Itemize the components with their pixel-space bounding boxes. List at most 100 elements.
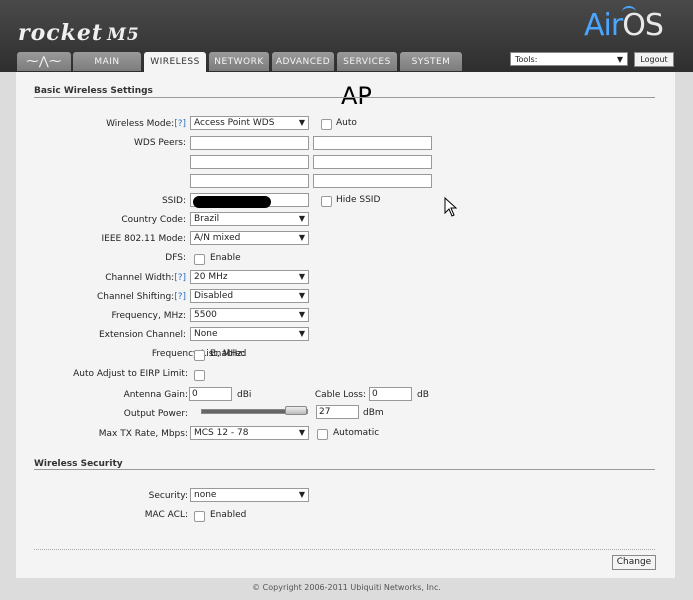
max-tx-rate-value: MCS 12 - 78 bbox=[194, 428, 249, 438]
extension-channel-value: None bbox=[194, 329, 218, 339]
output-power-label: Output Power: bbox=[123, 409, 188, 419]
automatic-checkbox[interactable] bbox=[317, 429, 328, 440]
output-power-input[interactable]: 27 bbox=[316, 405, 359, 419]
hide-ssid-checkbox[interactable] bbox=[321, 196, 332, 207]
settings-panel: AP Basic Wireless Settings Wireless Mode… bbox=[16, 72, 675, 578]
ubiquiti-logo-icon: ⁓⋀⁓ bbox=[26, 54, 62, 68]
output-power-slider[interactable] bbox=[201, 406, 308, 415]
country-code-value: Brazil bbox=[194, 214, 220, 224]
airos-logo: AirOS bbox=[584, 6, 664, 43]
auto-eirp-checkbox[interactable] bbox=[194, 370, 205, 381]
wds-peer-input-3[interactable] bbox=[190, 155, 309, 169]
extension-channel-label: Extension Channel: bbox=[98, 330, 186, 340]
wds-peer-input-2[interactable] bbox=[313, 136, 432, 150]
auto-eirp-label: Auto Adjust to EIRP Limit: bbox=[73, 369, 188, 379]
antenna-gain-input[interactable]: 0 bbox=[189, 387, 232, 401]
chevron-down-icon: ▼ bbox=[298, 490, 305, 499]
max-tx-rate-label: Max TX Rate, Mbps: bbox=[98, 429, 188, 439]
mac-acl-label: MAC ACL: bbox=[144, 510, 188, 520]
cable-loss-label: Cable Loss: bbox=[314, 390, 366, 400]
chevron-down-icon: ▼ bbox=[616, 55, 623, 64]
channel-width-select[interactable]: 20 MHz ▼ bbox=[190, 270, 309, 284]
wds-peer-input-4[interactable] bbox=[313, 155, 432, 169]
wds-peers-label: WDS Peers: bbox=[133, 138, 186, 148]
antenna-gain-unit: dBi bbox=[237, 390, 252, 400]
wds-peer-input-5[interactable] bbox=[190, 174, 309, 188]
mouse-cursor-icon bbox=[444, 197, 458, 217]
change-button[interactable]: Change bbox=[612, 555, 656, 570]
airos-air-text: Air bbox=[584, 8, 623, 43]
security-select[interactable]: none ▼ bbox=[190, 488, 309, 502]
channel-width-label-text: Channel Width: bbox=[105, 273, 175, 283]
wireless-security-title: Wireless Security bbox=[34, 459, 123, 469]
country-code-label: Country Code: bbox=[121, 215, 186, 225]
security-label: Security: bbox=[148, 491, 188, 501]
wireless-mode-select[interactable]: Access Point WDS ▼ bbox=[190, 116, 309, 130]
cable-loss-unit: dB bbox=[417, 390, 429, 400]
wds-peer-input-6[interactable] bbox=[313, 174, 432, 188]
wireless-mode-help-link[interactable]: [?] bbox=[174, 119, 186, 129]
tab-advanced[interactable]: ADVANCED bbox=[272, 52, 334, 71]
frequency-list-enabled-label: Enabled bbox=[210, 349, 247, 359]
tab-ubiquiti-logo[interactable]: ⁓⋀⁓ bbox=[17, 52, 71, 71]
ap-overlay-text: AP bbox=[341, 82, 372, 110]
wds-peer-input-1[interactable] bbox=[190, 136, 309, 150]
country-code-select[interactable]: Brazil ▼ bbox=[190, 212, 309, 226]
extension-channel-select[interactable]: None ▼ bbox=[190, 327, 309, 341]
cable-loss-input[interactable]: 0 bbox=[369, 387, 412, 401]
model-text: M5 bbox=[107, 25, 140, 45]
tab-network[interactable]: NETWORK bbox=[209, 52, 269, 71]
security-value: none bbox=[194, 490, 217, 500]
channel-width-help-link[interactable]: [?] bbox=[174, 273, 186, 283]
chevron-down-icon: ▼ bbox=[298, 118, 305, 127]
chevron-down-icon: ▼ bbox=[298, 272, 305, 281]
mac-acl-checkbox[interactable] bbox=[194, 511, 205, 522]
logo-text: rocket bbox=[18, 20, 104, 46]
tools-label: Tools: bbox=[515, 55, 538, 64]
auto-checkbox[interactable] bbox=[321, 119, 332, 130]
copyright-footer: © Copyright 2006-2011 Ubiquiti Networks,… bbox=[252, 583, 441, 592]
basic-section-divider bbox=[34, 97, 655, 98]
chevron-down-icon: ▼ bbox=[298, 428, 305, 437]
channel-shifting-value: Disabled bbox=[194, 291, 234, 301]
chevron-down-icon: ▼ bbox=[298, 291, 305, 300]
tools-select[interactable]: Tools: ▼ bbox=[510, 52, 628, 66]
basic-wireless-title: Basic Wireless Settings bbox=[34, 86, 153, 96]
chevron-down-icon: ▼ bbox=[298, 329, 305, 338]
frequency-value: 5500 bbox=[194, 310, 217, 320]
ieee-mode-label: IEEE 802.11 Mode: bbox=[101, 234, 186, 244]
tab-wireless[interactable]: WIRELESS bbox=[144, 52, 206, 72]
ieee-mode-value: A/N mixed bbox=[194, 233, 241, 243]
ssid-label: SSID: bbox=[161, 196, 186, 206]
automatic-label: Automatic bbox=[333, 428, 380, 438]
antenna-gain-label: Antenna Gain: bbox=[123, 390, 188, 400]
frequency-list-checkbox[interactable] bbox=[194, 350, 205, 361]
dfs-checkbox[interactable] bbox=[194, 254, 205, 265]
frequency-label: Frequency, MHz: bbox=[111, 311, 186, 321]
tab-system[interactable]: SYSTEM bbox=[400, 52, 462, 71]
tab-main[interactable]: MAIN bbox=[73, 52, 141, 71]
header-bar: rocket M5 AirOS ⁓⋀⁓ MAIN WIRELESS NETWORK… bbox=[0, 0, 693, 72]
channel-shifting-help-link[interactable]: [?] bbox=[174, 292, 186, 302]
chevron-down-icon: ▼ bbox=[298, 214, 305, 223]
security-section-divider bbox=[34, 469, 655, 470]
hide-ssid-label: Hide SSID bbox=[336, 195, 381, 205]
tab-services[interactable]: SERVICES bbox=[337, 52, 397, 71]
wifi-wave-icon bbox=[622, 6, 636, 18]
frequency-select[interactable]: 5500 ▼ bbox=[190, 308, 309, 322]
channel-shifting-select[interactable]: Disabled ▼ bbox=[190, 289, 309, 303]
channel-shifting-label-text: Channel Shifting: bbox=[96, 292, 175, 302]
max-tx-rate-select[interactable]: MCS 12 - 78 ▼ bbox=[190, 426, 309, 440]
wireless-mode-label: Wireless Mode:[?] bbox=[106, 119, 186, 129]
ieee-mode-select[interactable]: A/N mixed ▼ bbox=[190, 231, 309, 245]
output-power-slider-handle[interactable] bbox=[285, 406, 307, 415]
dfs-label: DFS: bbox=[165, 253, 186, 263]
wireless-mode-label-text: Wireless Mode: bbox=[106, 119, 175, 129]
output-power-unit: dBm bbox=[363, 408, 384, 418]
mac-acl-enabled-label: Enabled bbox=[210, 510, 247, 520]
logout-button[interactable]: Logout bbox=[634, 52, 674, 67]
dfs-enable-label: Enable bbox=[210, 253, 241, 263]
chevron-down-icon: ▼ bbox=[298, 310, 305, 319]
wireless-mode-value: Access Point WDS bbox=[194, 118, 275, 128]
channel-shifting-label: Channel Shifting:[?] bbox=[97, 292, 186, 302]
